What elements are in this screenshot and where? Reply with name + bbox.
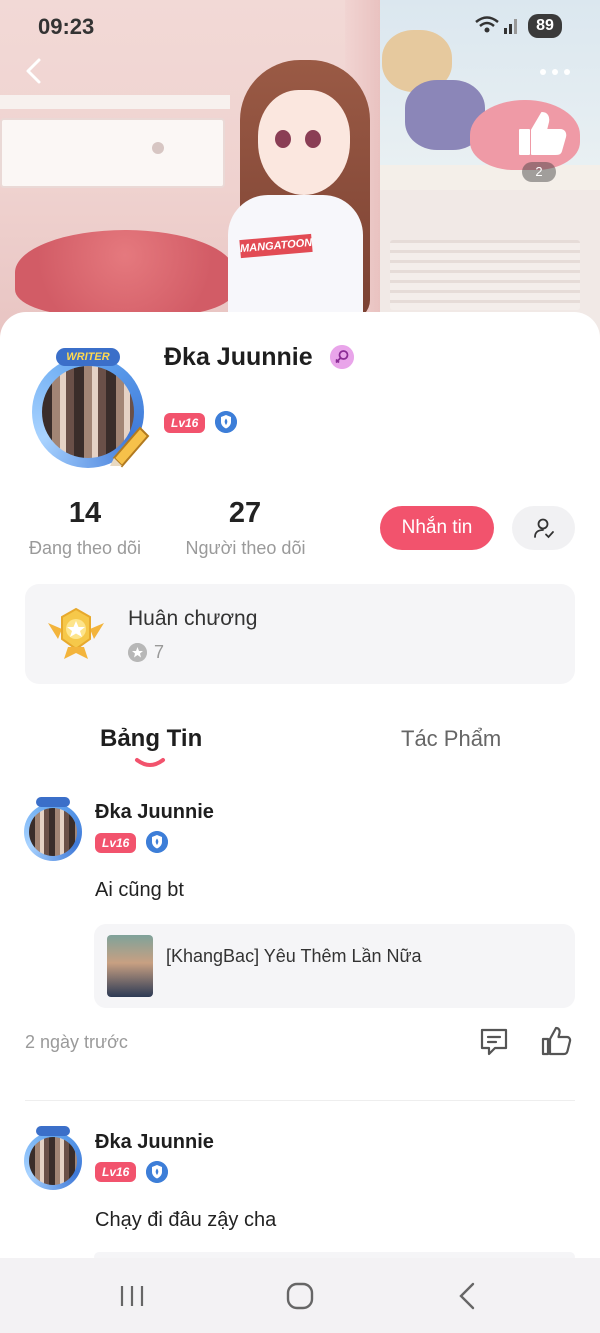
post-writer-tag (36, 797, 70, 807)
avatar[interactable]: WRITER (28, 348, 154, 468)
level-badge: Lv16 (164, 413, 206, 433)
cover-window-sill (370, 165, 600, 193)
cover-wall-slats (390, 240, 580, 310)
tab-feed[interactable]: Bảng Tin (100, 725, 202, 753)
post-divider (25, 1100, 575, 1101)
post-author[interactable]: Đka Juunnie (95, 801, 214, 824)
post-author[interactable]: Đka Juunnie (95, 1131, 214, 1154)
back-icon[interactable] (18, 54, 52, 88)
cover-shelf (0, 95, 230, 109)
profile-name: Đka Juunnie (164, 343, 313, 371)
medal-title: Huân chương (128, 607, 258, 630)
tab-works[interactable]: Tác Phẩm (401, 726, 501, 752)
linked-work-cover (107, 935, 153, 997)
post-text: Chạy đi đâu zậy cha (95, 1209, 277, 1231)
status-bar: 09:23 89 (0, 0, 600, 52)
cover-character-face (258, 90, 350, 195)
cover-character-eye-right (305, 130, 321, 148)
linked-work-title: [KhangBac] Yêu Thêm Lần Nữa (166, 946, 422, 966)
signal-icon (504, 19, 517, 34)
post-avatar-image (29, 1137, 77, 1185)
followers-count[interactable]: 27 (185, 497, 305, 530)
post-avatar[interactable] (22, 1126, 88, 1192)
cover-like-count: 2 (522, 162, 556, 182)
follow-button[interactable] (512, 506, 575, 550)
status-time: 09:23 (38, 14, 95, 39)
shield-icon (146, 1161, 168, 1183)
post-level-badge: Lv16 (95, 833, 137, 853)
recent-apps-icon[interactable] (119, 1283, 145, 1309)
nav-back-icon[interactable] (456, 1281, 478, 1311)
comment-icon[interactable] (478, 1026, 510, 1058)
post-timestamp: 2 ngày trước (25, 1032, 128, 1052)
shield-icon (215, 411, 237, 433)
following-label[interactable]: Đang theo dõi (20, 538, 150, 559)
shield-icon (146, 831, 168, 853)
battery-icon: 89 (528, 14, 562, 38)
post-avatar-image (29, 808, 77, 856)
writer-badge: WRITER (56, 348, 120, 366)
like-icon[interactable] (540, 1025, 572, 1057)
pencil-icon (110, 426, 150, 468)
post-avatar[interactable] (22, 797, 88, 863)
thumbs-up-icon[interactable] (510, 108, 570, 158)
cover-dresser (0, 118, 225, 188)
female-icon (330, 345, 354, 369)
post-writer-tag (36, 1126, 70, 1136)
add-person-icon (533, 518, 554, 539)
wifi-icon (475, 16, 499, 33)
following-count[interactable]: 14 (25, 497, 145, 530)
cover-character-shirt (228, 195, 363, 325)
cover-character-eye-left (275, 130, 291, 148)
followers-label[interactable]: Người theo dõi (178, 538, 313, 559)
star-medal-icon (128, 643, 147, 662)
cover-dresser-knob (152, 142, 164, 154)
home-icon[interactable] (285, 1281, 315, 1311)
message-button[interactable]: Nhắn tin (380, 506, 494, 550)
cover-stool (15, 230, 235, 315)
post-text: Ai cũng bt (95, 879, 184, 901)
more-icon[interactable] (535, 60, 575, 84)
post-level-badge: Lv16 (95, 1162, 137, 1182)
medal-icon (48, 607, 104, 659)
medal-count: 7 (154, 642, 165, 662)
tab-active-indicator (135, 758, 165, 767)
